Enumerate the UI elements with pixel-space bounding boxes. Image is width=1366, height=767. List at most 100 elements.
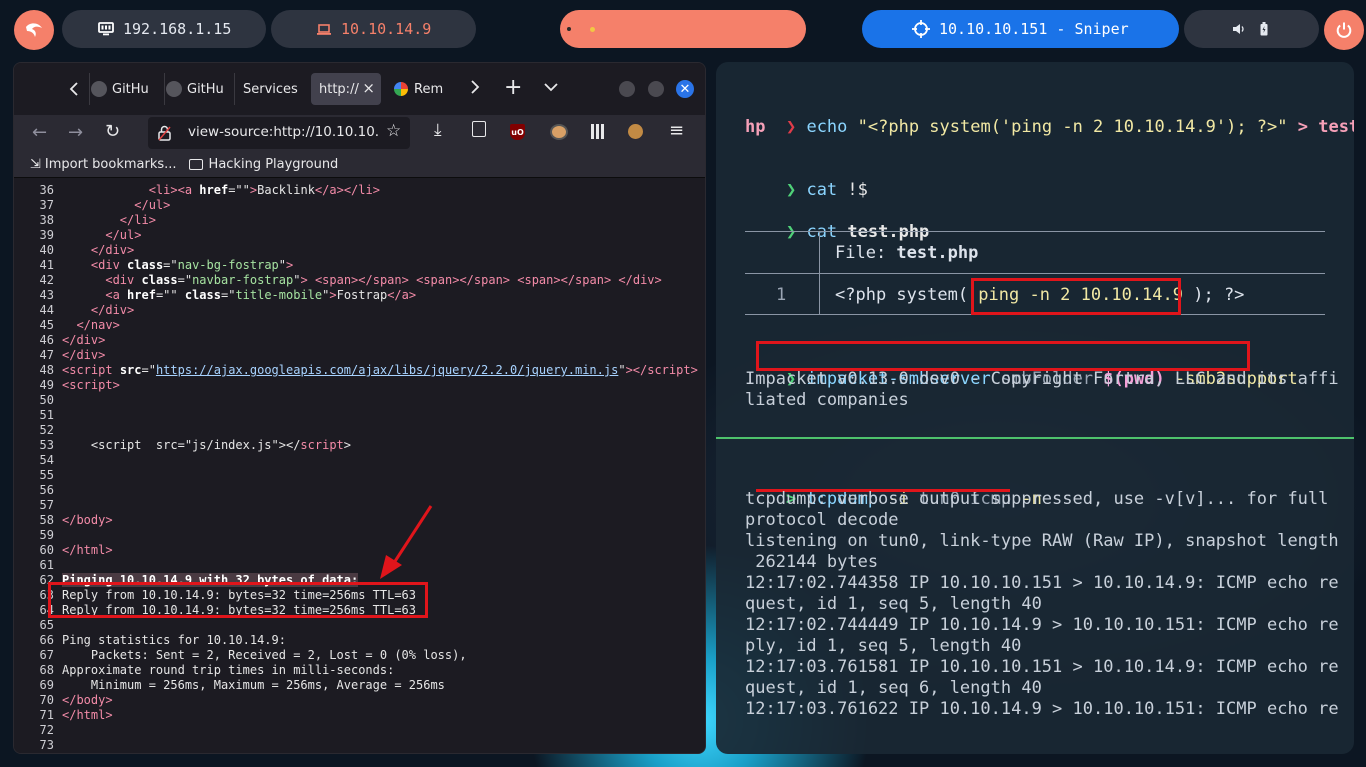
tcpdump-output-line: 12:17:03.761581 IP 10.10.10.151 > 10.10.… xyxy=(745,657,1339,677)
line-number: 55 xyxy=(39,468,54,482)
volume-icon[interactable] xyxy=(1232,23,1246,35)
source-line: </nav> xyxy=(76,318,120,332)
system-tray[interactable] xyxy=(1184,10,1319,48)
source-line: Packets: Sent = 2, Received = 2, Lost = … xyxy=(62,648,467,662)
workspace-dot-1[interactable] xyxy=(567,27,571,31)
line-number: 66 xyxy=(39,633,54,647)
line-number: 54 xyxy=(39,453,54,467)
tab-label: Services xyxy=(243,81,298,97)
vpn-ip-text: 10.10.14.9 xyxy=(341,20,432,38)
tabs-scroll-left-button[interactable] xyxy=(66,80,82,98)
line-number: 61 xyxy=(39,558,54,572)
line-number: 67 xyxy=(39,648,54,662)
tcpdump-output-line: quest, id 1, seq 5, length 40 xyxy=(745,594,1042,614)
workspace-dot-2[interactable] xyxy=(590,26,595,32)
target-widget[interactable]: 10.10.10.151 - Sniper xyxy=(862,10,1179,48)
privacy-badger-icon[interactable] xyxy=(550,124,568,140)
tab-label: GitHu xyxy=(187,81,224,97)
source-line: <script src="js/index.js"></script> xyxy=(62,438,352,452)
tab-remote[interactable]: Rem xyxy=(394,73,454,105)
import-icon: ⇲ xyxy=(30,156,41,172)
cmd-echo-redirect: > test.p xyxy=(1297,117,1354,137)
tab-github-1[interactable]: GitHu xyxy=(91,73,163,105)
battery-icon[interactable] xyxy=(1260,22,1268,36)
cmd-cat-arg: !$ xyxy=(837,180,868,200)
source-line: <div class="navbar-fostrap"> <span></spa… xyxy=(105,273,662,287)
line-number: 39 xyxy=(39,228,54,242)
tab-bar: GitHu GitHu Services http:// × Rem + ✕ xyxy=(14,63,705,115)
line-number: 70 xyxy=(39,693,54,707)
line-number: 48 xyxy=(39,363,54,377)
tab-github-2[interactable]: GitHu xyxy=(166,73,226,105)
kali-dragon-icon xyxy=(23,19,45,41)
hamburger-menu-icon[interactable]: ≡ xyxy=(669,120,684,141)
line-number: 72 xyxy=(39,723,54,737)
new-tab-icon[interactable]: + xyxy=(504,75,522,100)
prompt-symbol: ❯ xyxy=(785,117,797,137)
vpn-ip-widget[interactable]: 10.10.14.9 xyxy=(271,10,476,48)
annotation-arrow xyxy=(380,505,433,579)
tcpdump-output-line: listening on tun0, link-type RAW (Raw IP… xyxy=(745,531,1339,551)
close-window-button[interactable]: ✕ xyxy=(676,80,694,98)
tab-label: http:// xyxy=(319,81,359,97)
reload-icon[interactable]: ↻ xyxy=(105,121,120,142)
cmd-echo-arg: "<?php system('ping -n 2 10.10.14.9'); ?… xyxy=(847,117,1298,137)
impacket-output-line: liated companies xyxy=(745,390,909,410)
cmd-echo: echo xyxy=(806,117,848,137)
firefox-window: GitHu GitHu Services http:// × Rem + ✕ ←… xyxy=(13,62,706,754)
local-ip-widget[interactable]: 192.168.1.15 xyxy=(62,10,266,48)
url-text[interactable]: view-source:http://10.10.10.1 xyxy=(188,124,378,140)
back-arrow-icon[interactable]: ← xyxy=(32,122,47,143)
tab-active-view-source[interactable]: http:// × xyxy=(311,73,381,105)
tcpdump-output-line: protocol decode xyxy=(745,510,899,530)
tab-list-chevron-icon[interactable] xyxy=(544,83,558,92)
bookmark-star-icon[interactable]: ☆ xyxy=(386,121,401,141)
crosshair-icon xyxy=(912,20,930,38)
source-line: <li><a href="">Backlink</a></li> xyxy=(148,183,380,197)
source-line: <script src="https://ajax.googleapis.com… xyxy=(62,363,698,377)
download-icon[interactable]: ⤓ xyxy=(434,120,442,140)
close-tab-icon[interactable]: × xyxy=(362,79,375,97)
local-ip-text: 192.168.1.15 xyxy=(123,20,232,38)
workspaces-widget[interactable] xyxy=(560,10,806,48)
import-bookmarks-label: Import bookmarks... xyxy=(44,156,177,172)
line-number: 49 xyxy=(39,378,54,392)
line-number: 73 xyxy=(39,738,54,752)
power-icon xyxy=(1335,21,1353,39)
lock-warning-icon[interactable] xyxy=(158,125,171,141)
tab-services[interactable]: Services xyxy=(243,73,313,105)
ublock-icon[interactable]: uO xyxy=(510,124,525,140)
minimize-button[interactable] xyxy=(619,81,635,97)
bookmark-folder-hacking-playground[interactable]: Hacking Playground xyxy=(188,156,339,172)
kali-menu-button[interactable] xyxy=(14,10,54,50)
highlight-smbserver-command xyxy=(756,341,1250,371)
tcpdump-output-line: 262144 bytes xyxy=(745,552,879,572)
line-number: 57 xyxy=(39,498,54,512)
source-line: </div> xyxy=(90,243,135,257)
bookmarks-toolbar: ⇲ Import bookmarks... Hacking Playground xyxy=(14,151,705,178)
cmd-cat: cat xyxy=(806,180,838,200)
source-line: </html> xyxy=(62,543,113,557)
source-line: </div> xyxy=(62,333,106,347)
extensions-icon[interactable] xyxy=(472,121,486,137)
tabs-scroll-right-button[interactable] xyxy=(470,80,480,94)
tcpdump-output-line: quest, id 1, seq 6, length 40 xyxy=(745,678,1042,698)
terminal-line-echo: ❯ echo "<?php system('ping -n 2 10.10.14… xyxy=(745,96,1354,159)
url-bar[interactable]: view-source:http://10.10.10.1 ☆ xyxy=(148,117,410,149)
navigation-bar: ← → ↻ view-source:http://10.10.10.1 ☆ ⤓ … xyxy=(14,115,705,151)
import-bookmarks-item[interactable]: ⇲ Import bookmarks... xyxy=(30,157,177,172)
line-number: 65 xyxy=(39,618,54,632)
google-icon xyxy=(394,82,408,96)
source-line: <div class="nav-bg-fostrap"> xyxy=(90,258,294,272)
terminal-window[interactable]: ❯ echo "<?php system('ping -n 2 10.10.14… xyxy=(716,62,1354,754)
folder-icon xyxy=(188,158,203,170)
bat-code-suffix: ); ?> xyxy=(1183,285,1245,305)
power-button[interactable] xyxy=(1324,10,1364,50)
forward-arrow-icon[interactable]: → xyxy=(68,122,83,143)
cmd-echo-wrap: hp xyxy=(745,117,766,137)
cookie-icon[interactable] xyxy=(628,124,643,139)
maximize-button[interactable] xyxy=(648,81,664,97)
qr-code-icon[interactable] xyxy=(591,124,606,139)
hacking-playground-label: Hacking Playground xyxy=(208,156,339,172)
target-text: 10.10.10.151 - Sniper xyxy=(939,20,1129,38)
